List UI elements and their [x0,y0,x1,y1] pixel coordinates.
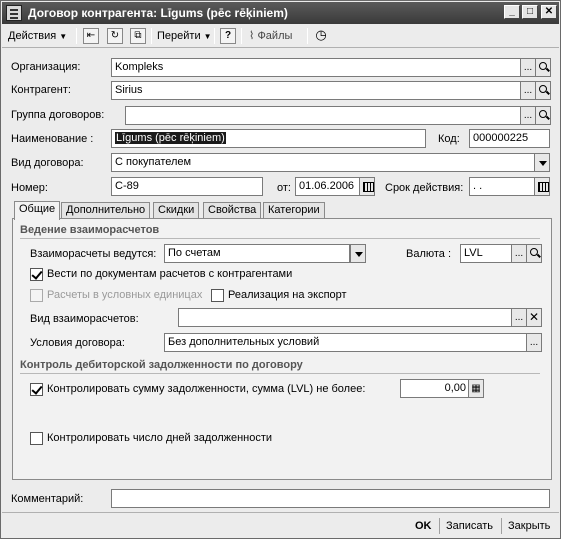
contract-type-select[interactable]: С покупателем [111,153,535,172]
contract-type-label: Вид договора: [11,157,84,169]
control-days-checkbox[interactable] [30,432,43,445]
chevron-down-icon: ▼ [203,32,212,41]
toolbar: Действия ▼ ⇤ ↻ ⧉ Перейти ▼ ? ⌇ Файлы ◷ [2,24,559,48]
select-button[interactable]: ... [511,244,527,263]
button-divider [501,518,502,534]
number-field[interactable]: C-89 [111,177,263,196]
control-section-title: Контроль дебиторской задолженности по до… [20,359,303,371]
contract-group-field[interactable] [125,106,521,125]
help-button[interactable]: ? [220,28,236,44]
contract-window: Договор контрагента: Līgums (pēc rēķinie… [0,0,561,539]
organization-field[interactable]: Kompleks [111,58,521,77]
settlement-kind-label: Вид взаиморасчетов: [30,313,139,325]
name-value: Līgums (pēc rēķiniem) [115,132,226,144]
goto-label: Перейти [157,30,201,42]
chevron-down-icon: ▼ [59,32,68,41]
control-sum-checkbox[interactable] [30,383,43,396]
tab-general[interactable]: Общие [14,201,61,220]
conventional-units-checkbox[interactable] [30,289,43,302]
number-label: Номер: [11,182,48,194]
contract-group-label: Группа договоров: [11,109,105,121]
date-label: от: [277,182,291,194]
name-field[interactable]: Līgums (pēc rēķiniem) [111,129,426,148]
conventional-units-label: Расчеты в условных единицах [47,289,203,301]
copy-icon[interactable]: ⧉ [130,28,146,44]
tab-additional[interactable]: Дополнительно [61,202,151,219]
currency-label: Валюта : [406,248,452,260]
files-label: Файлы [257,30,293,42]
section-divider [20,373,540,374]
search-icon[interactable] [535,106,551,125]
tab-discounts[interactable]: Скидки [153,202,200,219]
control-sum-label: Контролировать сумму задолженности, сумм… [47,383,366,395]
select-button[interactable]: ... [520,106,536,125]
actions-menu[interactable]: Действия ▼ [8,27,67,45]
toolbar-divider [151,28,152,44]
document-icon [6,5,22,21]
tab-properties[interactable]: Свойства [203,202,262,219]
button-divider [439,518,440,534]
counterparty-field[interactable]: Sirius [111,81,521,100]
goto-menu[interactable]: Перейти ▼ [157,27,212,45]
by-documents-checkbox[interactable] [30,268,43,281]
control-days-label: Контролировать число дней задолженности [47,432,273,444]
tab-panel-general: Ведение взаиморасчетов Взаиморасчеты вед… [12,218,552,480]
actions-label: Действия [8,30,57,42]
export-sale-label: Реализация на экспорт [228,289,347,301]
search-icon[interactable] [535,81,551,100]
files-button[interactable]: ⌇ Файлы [249,27,292,45]
minimize-button[interactable]: _ [504,5,520,19]
date-field[interactable]: 01.06.2006 [295,177,360,196]
contract-terms-field[interactable]: Без дополнительных условий [164,333,528,352]
currency-field[interactable]: LVL [460,244,512,263]
clear-icon[interactable]: ✕ [526,308,542,327]
title-bar: Договор контрагента: Līgums (pēc rēķinie… [2,2,559,24]
comment-label: Комментарий: [11,493,84,505]
code-label: Код: [438,133,460,145]
refresh-icon[interactable]: ↻ [107,28,123,44]
counterparty-label: Контрагент: [11,84,71,96]
settlements-section-title: Ведение взаиморасчетов [20,224,160,236]
settlements-by-select[interactable]: По счетам [164,244,350,263]
save-button[interactable]: Записать [446,517,493,535]
section-divider [20,238,540,239]
chevron-down-icon[interactable] [350,244,366,263]
maximize-button[interactable]: □ [522,5,538,19]
calendar-icon[interactable] [534,177,550,196]
tab-categories[interactable]: Категории [263,202,325,219]
select-button[interactable]: ... [520,81,536,100]
settlements-by-label: Взаиморасчеты ведутся: [30,248,157,260]
contract-terms-label: Условия договора: [30,337,125,349]
export-sale-checkbox[interactable] [211,289,224,302]
close-button[interactable]: Закрыть [508,517,550,535]
code-field[interactable]: 000000225 [469,129,550,148]
close-window-button[interactable]: ✕ [541,5,557,19]
clock-icon[interactable]: ◷ [313,28,329,44]
window-title: Договор контрагента: Līgums (pēc rēķinie… [28,6,288,20]
select-button[interactable]: ... [526,333,542,352]
select-button[interactable]: ... [520,58,536,77]
toolbar-divider [241,28,242,44]
ok-button[interactable]: OK [415,517,432,535]
settlement-kind-field[interactable] [178,308,513,327]
search-icon[interactable] [535,58,551,77]
toolbar-divider [76,28,77,44]
control-sum-field[interactable]: 0,00 [400,379,470,398]
name-label: Наименование : [11,133,94,145]
organization-label: Организация: [11,61,81,73]
select-button[interactable]: ... [511,308,527,327]
validity-field[interactable]: . . [469,177,535,196]
toolbar-divider [214,28,215,44]
by-documents-label: Вести по документам расчетов с контраген… [47,268,293,280]
calculator-icon[interactable]: ▦ [468,379,484,398]
bottom-bar: OK Записать Закрыть [2,512,559,538]
toolbar-divider [307,28,308,44]
chevron-down-icon[interactable] [534,153,550,172]
validity-label: Срок действия: [385,182,464,194]
back-arrow-icon[interactable]: ⇤ [83,28,99,44]
search-icon[interactable] [526,244,542,263]
comment-field[interactable] [111,489,550,508]
calendar-icon[interactable] [359,177,375,196]
